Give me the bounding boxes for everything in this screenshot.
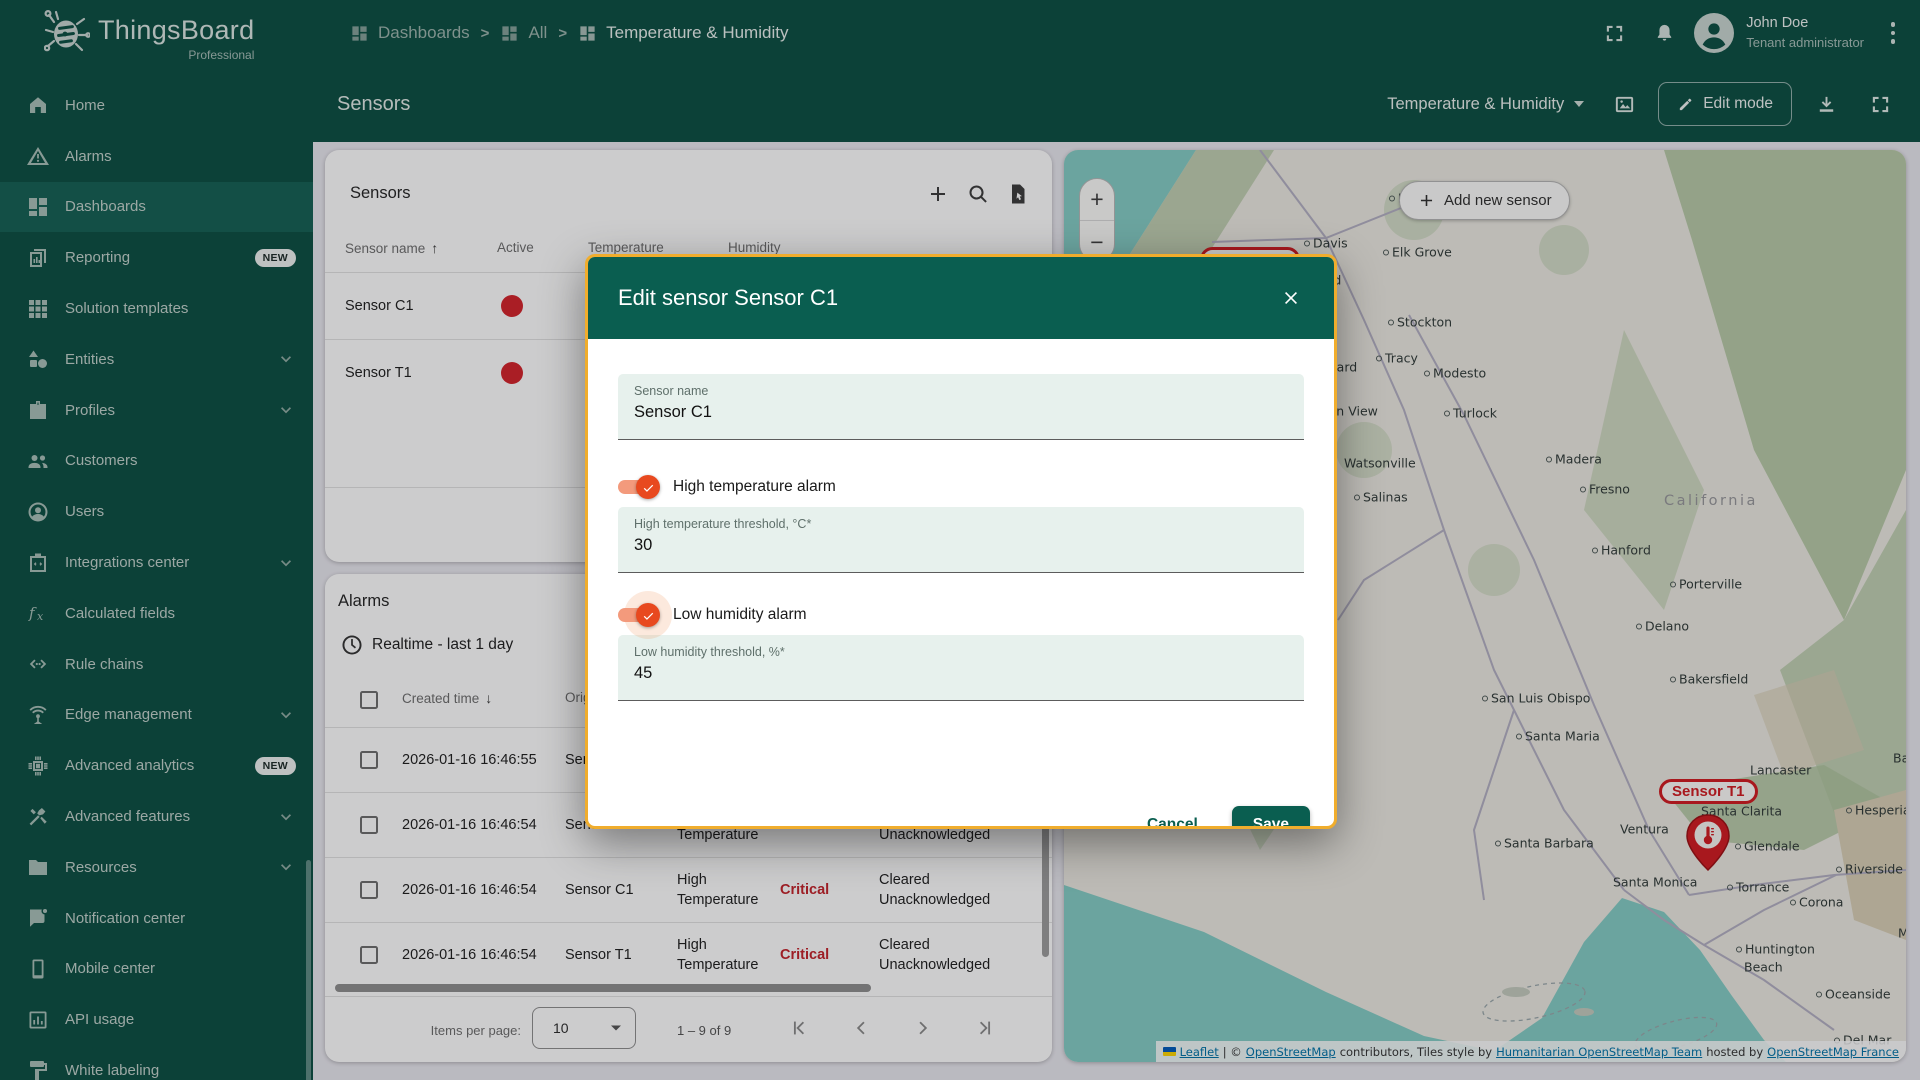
edit-sensor-dialog: Edit sensor Sensor C1 Sensor name Sensor… [585,254,1337,829]
low-humidity-threshold-field[interactable]: Low humidity threshold, %* 45 [618,635,1304,701]
high-temperature-threshold-field[interactable]: High temperature threshold, °C* 30 [618,507,1304,573]
field-label: High temperature threshold, °C* [634,517,1288,531]
close-icon [1281,288,1301,308]
save-button[interactable]: Save [1232,806,1310,829]
check-icon [636,603,660,627]
check-icon [636,475,660,499]
cancel-button[interactable]: Cancel [1143,808,1202,830]
close-button[interactable] [1274,281,1308,315]
sensor-name-field[interactable]: Sensor name Sensor C1 [618,374,1304,440]
low-humidity-alarm-toggle[interactable] [618,601,662,629]
toggle-label: High temperature alarm [673,478,836,496]
field-value: 30 [634,536,1288,555]
field-label: Low humidity threshold, %* [634,645,1288,659]
high-temperature-alarm-toggle[interactable] [618,473,662,501]
toggle-label: Low humidity alarm [673,606,807,624]
field-value: 45 [634,664,1288,683]
dialog-title: Edit sensor Sensor C1 [618,285,1274,311]
field-label: Sensor name [634,384,1288,398]
field-value: Sensor C1 [634,403,1288,422]
